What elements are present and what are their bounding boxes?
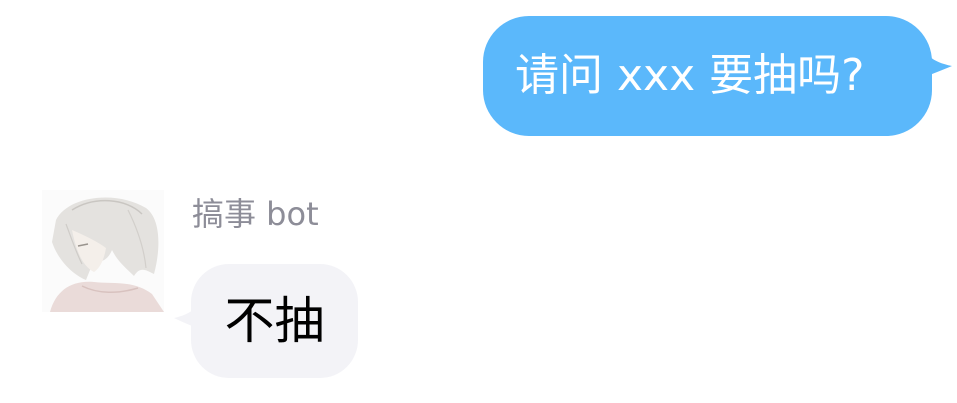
anime-character-avatar-icon xyxy=(42,190,164,312)
outgoing-message-text: 请问 xxx 要抽吗? xyxy=(515,50,865,101)
incoming-message-bubble[interactable]: 不抽 xyxy=(191,264,358,378)
sender-name: 搞事 bot xyxy=(192,195,319,233)
outgoing-message-bubble[interactable]: 请问 xxx 要抽吗? xyxy=(483,16,932,136)
incoming-message-text: 不抽 xyxy=(224,292,325,350)
avatar[interactable] xyxy=(42,190,164,312)
